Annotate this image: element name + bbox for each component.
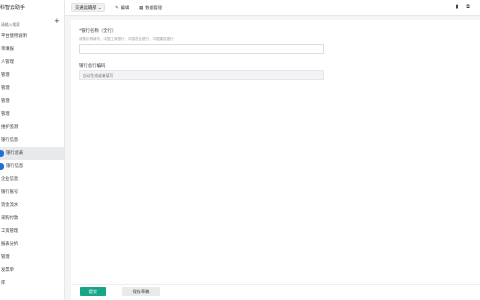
sidebar-item[interactable]: 库 bbox=[0, 277, 64, 290]
submit-button[interactable]: 提交 bbox=[80, 287, 106, 296]
sidebar-item[interactable]: 银行信息 bbox=[0, 134, 64, 147]
sidebar-item[interactable]: 报表分析 bbox=[0, 238, 64, 251]
sidebar-item[interactable]: 银行账号 bbox=[0, 186, 64, 199]
sidebar-item-label: 人管理 bbox=[1, 60, 14, 65]
sidebar-item[interactable]: 管理 bbox=[0, 95, 64, 108]
sidebar-item-label: 单填报 bbox=[1, 47, 14, 52]
plus-icon[interactable]: + bbox=[54, 18, 60, 25]
edit-label: 编辑 bbox=[120, 5, 130, 10]
bank-code-label: 银行总行编码 bbox=[79, 64, 106, 69]
sidebar-item[interactable]: 管理 bbox=[0, 69, 64, 82]
sidebar-item[interactable]: 工资管理 bbox=[0, 225, 64, 238]
sidebar-item-label: 工资管理 bbox=[1, 229, 19, 234]
pencil-icon: ✎ bbox=[115, 6, 119, 11]
sidebar-item-label: 管理 bbox=[1, 73, 10, 78]
sidebar-list: 平台使用说明 单填报 人管理 管理 管理 管理 管理 维护监测 银行信息 银行总表 银行信息 企业信息… bbox=[0, 30, 64, 290]
sidebar-item[interactable]: 资金流水 bbox=[0, 199, 64, 212]
sidebar-item-label: 管理 bbox=[1, 86, 10, 91]
sidebar-item-label: 银行总表 bbox=[6, 151, 24, 156]
sidebar-item[interactable]: 发票单 bbox=[0, 264, 64, 277]
sidebar-item[interactable]: 管理 bbox=[0, 108, 64, 121]
expand-icon[interactable]: ⧉ bbox=[465, 4, 471, 11]
sidebar-item[interactable]: 单填报 bbox=[0, 43, 64, 56]
sidebar-item-label: 银行信息 bbox=[1, 138, 19, 143]
active-indicator-icon bbox=[0, 163, 4, 170]
sidebar-item[interactable]: 管理 bbox=[0, 251, 64, 264]
sidebar-item[interactable]: 银行信息 bbox=[0, 160, 64, 173]
sidebar: 科智云助手 + 平台使用说明单填报人管理管理管理管理管理维护监测银行信息银行总表… bbox=[0, 0, 65, 300]
sidebar-item-label: 发票单 bbox=[1, 268, 14, 273]
form-panel: *银行名称（全行） 请按示例填写，中国工商银行，中国农业银行，中国建设银行 银行… bbox=[71, 20, 480, 300]
bank-code-input[interactable] bbox=[79, 70, 324, 80]
bank-name-hint: 请按示例填写，中国工商银行，中国农业银行，中国建设银行 bbox=[79, 37, 174, 41]
sidebar-item[interactable]: 维护监测 bbox=[0, 121, 64, 134]
sidebar-item-label: 采购付款 bbox=[1, 216, 19, 221]
sidebar-item-label: 企业信息 bbox=[1, 177, 19, 182]
top-toolbar: 交通运输部 ⌄ ✎ 编辑 ▦ 数据管理 ▮ ⧉ bbox=[65, 0, 480, 16]
sidebar-item[interactable]: 企业信息 bbox=[0, 173, 64, 186]
sidebar-item-label: 银行信息 bbox=[6, 164, 24, 169]
grid-icon: ▦ bbox=[139, 6, 144, 11]
search-input[interactable] bbox=[0, 20, 50, 28]
sidebar-item[interactable]: 银行总表 bbox=[0, 147, 64, 160]
sidebar-item-label: 管理 bbox=[1, 99, 10, 104]
edit-button[interactable]: ✎ 编辑 bbox=[115, 3, 129, 12]
sidebar-item-label: 银行账号 bbox=[1, 190, 19, 195]
sidebar-item-label: 库 bbox=[1, 281, 6, 286]
sidebar-item-label: 资金流水 bbox=[1, 203, 19, 208]
sidebar-item[interactable]: 人管理 bbox=[0, 56, 64, 69]
active-indicator-icon bbox=[0, 150, 4, 157]
sidebar-item-label: 管理 bbox=[1, 255, 10, 260]
org-dropdown[interactable]: 交通运输部 ⌄ bbox=[71, 3, 106, 12]
footer-divider bbox=[71, 284, 480, 285]
sidebar-item[interactable]: 管理 bbox=[0, 82, 64, 95]
save-draft-button[interactable]: 保存草稿 bbox=[122, 287, 160, 296]
app-title: 科智云助手 bbox=[0, 5, 26, 11]
bank-name-label: *银行名称（全行） bbox=[79, 29, 117, 34]
sidebar-item-label: 管理 bbox=[1, 112, 10, 117]
data-manage-label: 数据管理 bbox=[145, 5, 163, 10]
sidebar-item-label: 维护监测 bbox=[1, 125, 19, 130]
panel-icon[interactable]: ▮ bbox=[454, 4, 460, 11]
sidebar-item[interactable]: 采购付款 bbox=[0, 212, 64, 225]
sidebar-item[interactable]: 平台使用说明 bbox=[0, 30, 64, 43]
sidebar-item-label: 报表分析 bbox=[1, 242, 19, 247]
bank-name-input[interactable] bbox=[79, 44, 324, 54]
data-manage-button[interactable]: ▦ 数据管理 bbox=[139, 3, 162, 12]
sidebar-item-label: 平台使用说明 bbox=[1, 34, 27, 39]
